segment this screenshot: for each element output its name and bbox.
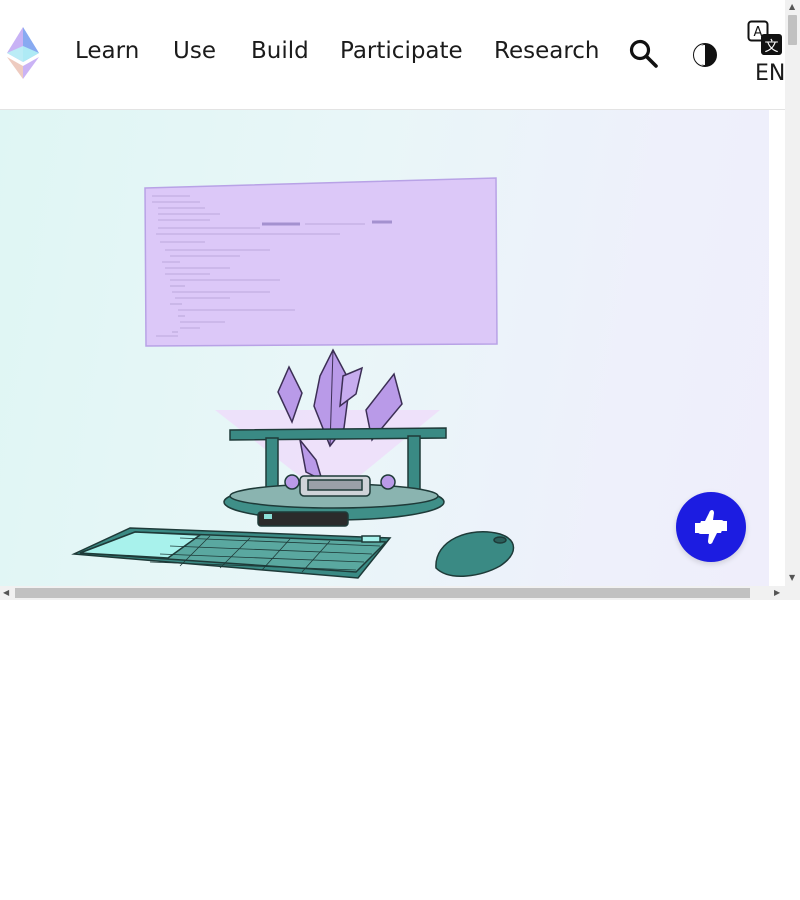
scroll-right-arrow-icon[interactable]: ▶	[774, 588, 780, 598]
nav-research[interactable]: Research	[494, 38, 600, 64]
theme-toggle-button[interactable]	[690, 40, 720, 70]
svg-text:文: 文	[765, 39, 779, 55]
language-button[interactable]: A 文 EN	[745, 18, 785, 90]
scroll-up-arrow-icon[interactable]: ▲	[789, 2, 795, 12]
vertical-scroll-thumb[interactable]	[788, 15, 797, 45]
language-code: EN	[755, 61, 786, 86]
half-moon-theme-icon	[693, 43, 717, 67]
horizontal-scrollbar[interactable]: ◀ ▶	[0, 586, 785, 600]
hero-banner	[0, 110, 769, 586]
nav-build[interactable]: Build	[251, 38, 309, 64]
browser-viewport: Learn Use Build Participate Research A 文…	[0, 0, 800, 600]
keyboard	[71, 527, 392, 579]
nav-use[interactable]: Use	[173, 38, 216, 64]
search-button[interactable]	[628, 38, 660, 70]
code-screen	[144, 177, 498, 347]
nav-learn[interactable]: Learn	[75, 38, 139, 64]
search-icon	[629, 39, 658, 68]
scroll-down-arrow-icon[interactable]: ▼	[789, 573, 795, 583]
nav-participate[interactable]: Participate	[340, 38, 463, 64]
vertical-scrollbar[interactable]: ▲ ▼	[785, 0, 800, 586]
top-navigation: Learn Use Build Participate Research A 文…	[0, 0, 785, 110]
thumbs-up-down-icon	[695, 510, 727, 544]
horizontal-scroll-thumb[interactable]	[15, 588, 750, 598]
feedback-button[interactable]	[676, 492, 746, 562]
ethereum-logo[interactable]	[5, 26, 41, 80]
scrollbar-corner	[785, 586, 800, 600]
developer-workstation-illustration	[71, 177, 515, 579]
scroll-left-arrow-icon[interactable]: ◀	[3, 588, 9, 598]
mouse	[435, 531, 515, 577]
translate-icon: A 文	[747, 20, 782, 55]
